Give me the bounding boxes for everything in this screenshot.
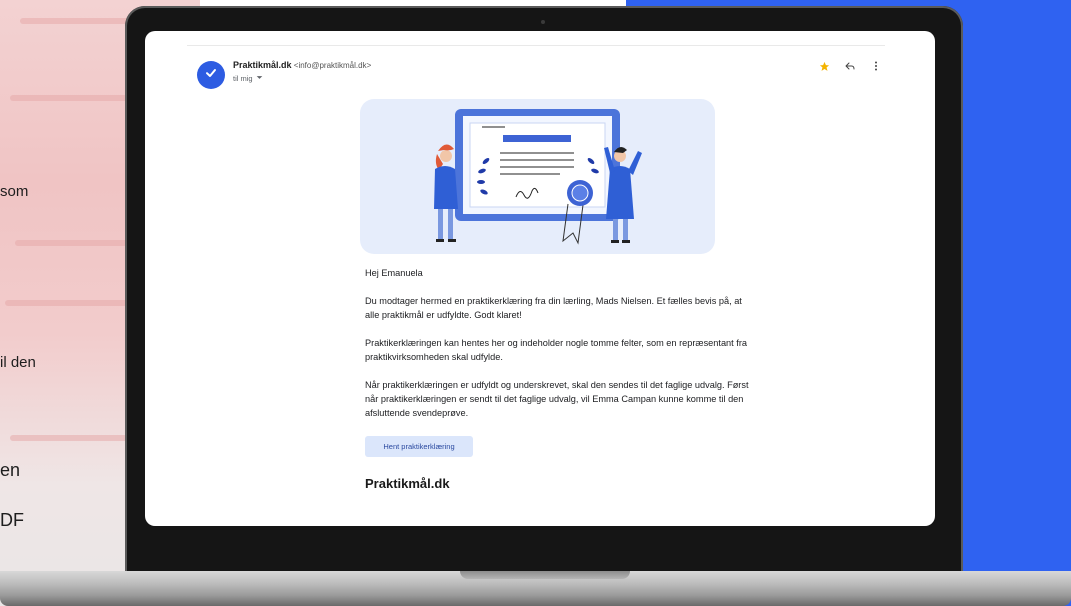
sender-address: <info@praktikmål.dk> [293,61,372,70]
star-icon[interactable] [817,59,831,73]
email-greeting: Hej Emanuela [365,268,423,278]
email-signature-logo: Praktikmål.dk [365,476,450,491]
divider [187,45,885,46]
side-text-fragment: DF [0,510,24,530]
side-text-fragment: som [0,183,29,200]
check-icon [204,66,218,85]
recipient-label: til mig [233,74,253,83]
recipient-line[interactable]: til mig [233,74,263,83]
download-declaration-button[interactable]: Hent praktikerklæring [365,436,473,457]
side-text-fragment: il den [0,354,36,371]
sender-line: Praktikmål.dk <info@praktikmål.dk> [233,60,371,70]
sender-name[interactable]: Praktikmål.dk [233,60,292,70]
certificate-illustration [360,99,715,254]
email-paragraph: Når praktikerklæringen er udfyldt og und… [365,380,749,418]
email-paragraph: Du modtager hermed en praktikerklæring f… [365,296,742,320]
avatar[interactable] [197,61,225,89]
email-paragraph: Praktikerklæringen kan hentes her og ind… [365,338,747,362]
laptop-camera [541,20,545,24]
email-screen: Praktikmål.dk <info@praktikmål.dk> til m… [145,31,935,526]
side-text-fragment: en [0,460,21,480]
reply-icon[interactable] [843,59,857,73]
laptop-hinge-notch [460,571,630,579]
chevron-down-icon[interactable] [256,74,263,83]
more-vertical-icon[interactable] [869,59,883,73]
email-actions [817,59,883,73]
